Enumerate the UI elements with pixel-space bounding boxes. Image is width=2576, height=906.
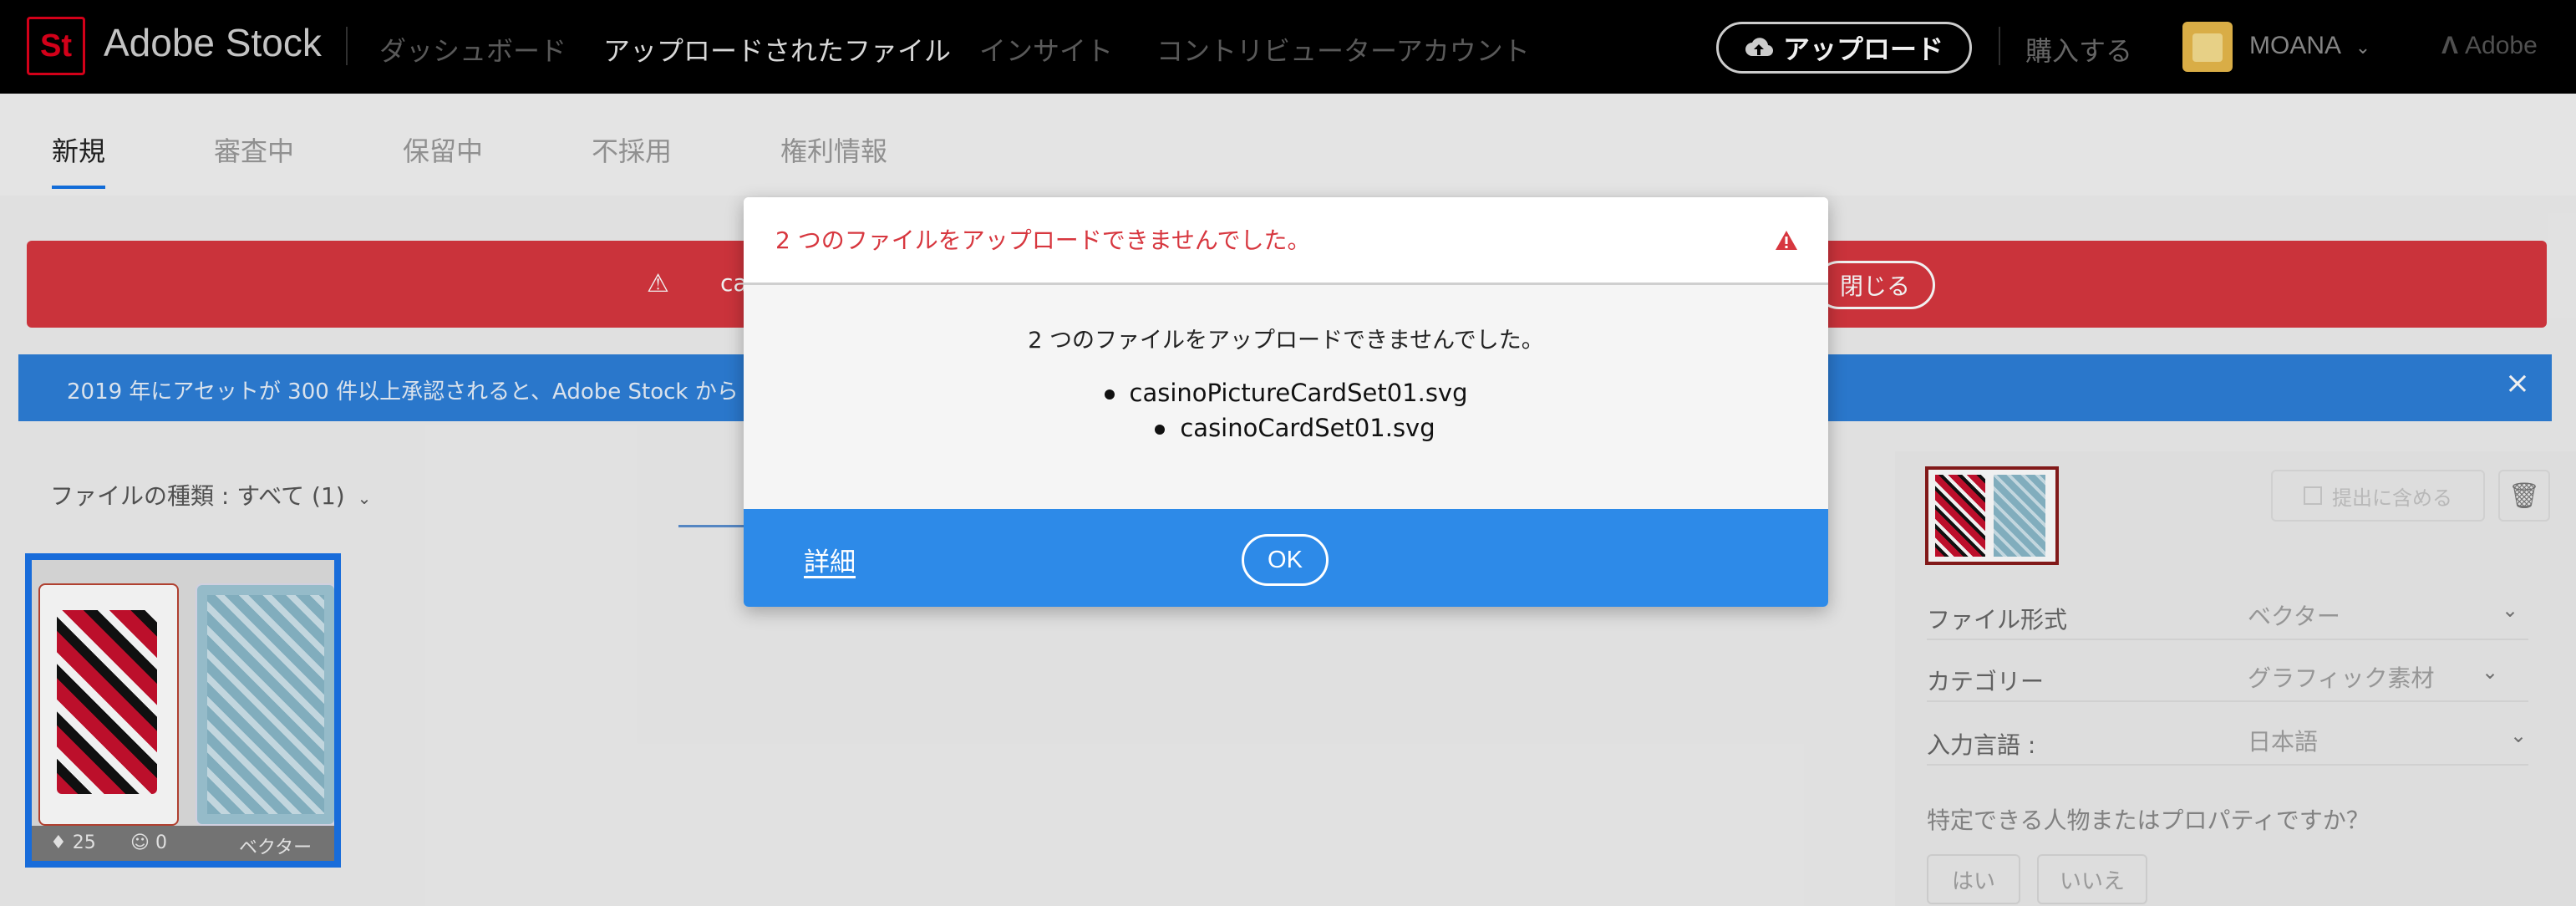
failed-file-list: casinoPictureCardSet01.svg casinoCardSet… xyxy=(744,375,1828,445)
alert-triangle-icon xyxy=(1776,231,1797,250)
dialog-body: 2 つのファイルをアップロードできませんでした。 casinoPictureCa… xyxy=(744,285,1828,509)
dialog-footer: 詳細 OK xyxy=(744,509,1828,607)
list-item: casinoCardSet01.svg xyxy=(744,410,1828,445)
dialog-title: 2 つのファイルをアップロードできませんでした。 xyxy=(775,226,1311,254)
upload-error-dialog: 2 つのファイルをアップロードできませんでした。 2 つのファイルをアップロード… xyxy=(744,197,1828,607)
bullet xyxy=(1104,389,1115,400)
dialog-message: 2 つのファイルをアップロードできませんでした。 xyxy=(1028,328,1544,354)
dialog-header: 2 つのファイルをアップロードできませんでした。 xyxy=(744,197,1828,282)
bullet xyxy=(1155,425,1166,435)
list-item: casinoPictureCardSet01.svg xyxy=(744,375,1828,410)
details-link[interactable]: 詳細 xyxy=(804,541,856,578)
ok-button[interactable]: OK xyxy=(1242,534,1329,586)
